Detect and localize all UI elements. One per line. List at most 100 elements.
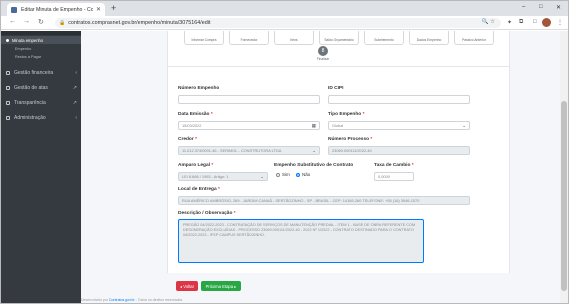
label-text: Local de Entrega <box>178 187 217 192</box>
amparo-legal-label: Amparo Legal * <box>178 163 213 168</box>
step-itens[interactable]: Itens <box>274 31 314 45</box>
step-label: Fornecedor <box>240 38 258 42</box>
radio-sim[interactable]: Sim <box>276 172 290 177</box>
eye-icon <box>6 100 10 105</box>
tab-close-icon[interactable]: ✕ <box>96 6 101 13</box>
sidebar-item-label: Transparência <box>14 99 46 106</box>
puzzle-icon[interactable]: ⧉ <box>519 19 523 26</box>
step-passivo-anterior[interactable]: Passivo Anterior <box>454 31 494 45</box>
menu-icon[interactable]: ⋮ <box>557 19 563 26</box>
tab-strip: Editar Minuta de Empenho - Co ✕ + – □ ✕ <box>1 1 568 16</box>
back-icon[interactable]: ← <box>9 18 16 25</box>
empenho-substitutivo-label: Empenho Substitutivo de Contrato <box>274 163 354 168</box>
id-cipi-input[interactable] <box>328 95 470 104</box>
browser-tab[interactable]: Editar Minuta de Empenho - Co ✕ <box>7 3 105 16</box>
label-text: Descrição / Observação <box>178 211 233 216</box>
label-text: Credor <box>178 137 194 142</box>
reading-list-icon[interactable]: □ <box>533 19 537 25</box>
label-text: Amparo Legal <box>178 163 210 168</box>
chevron-down-icon: ⌄ <box>260 173 264 179</box>
step-saldo-orcamentario[interactable]: Saldo Orçamentário <box>319 31 359 45</box>
numero-processo-input[interactable]: 23069.000111/2022-40 <box>328 146 470 155</box>
credor-select[interactable]: 11.012.374/0001-46 - SERIMOL - CONSTRUTO… <box>178 146 320 155</box>
voltar-button[interactable]: ◂ Voltar <box>176 281 198 291</box>
required-mark: * <box>411 163 414 168</box>
page-scrollbar[interactable] <box>560 31 568 303</box>
amparo-legal-select[interactable]: LEI 8.666 / 1993 - Artigo: 1 ⌄ <box>178 172 268 181</box>
field-value: 11.012.374/0001-46 - SERIMOL - CONSTRUTO… <box>182 148 282 153</box>
label-text: Tipo Empenho <box>328 112 362 117</box>
numero-empenho-input[interactable] <box>178 95 320 104</box>
credor-label: Credor * <box>178 137 197 142</box>
address-bar[interactable]: 🔒 contratos.comprasnet.gov.br/empenho/mi… <box>55 18 501 28</box>
label-text: Taxa de Cambio <box>374 163 411 168</box>
sidebar-subitem-restos-a-pagar[interactable]: Restos a Pagar <box>15 55 41 59</box>
sidebar-item-transparencia[interactable]: Transparência ↗ <box>1 97 81 108</box>
sidebar-subitem-empenho[interactable]: Empenho <box>15 47 31 51</box>
profile-avatar[interactable] <box>542 18 551 27</box>
sidebar-item-label: Minuta empenho <box>12 37 44 43</box>
required-mark: * <box>195 137 197 142</box>
taxa-cambio-input[interactable]: 0,0000 <box>374 172 414 181</box>
minimize-button[interactable]: – <box>522 4 525 10</box>
gear-icon <box>6 115 10 120</box>
step-fornecedor[interactable]: Fornecedor <box>229 31 269 45</box>
radio-nao[interactable]: Não <box>296 172 310 177</box>
chevron-left-icon: ‹ <box>75 69 77 76</box>
new-tab-button[interactable]: + <box>111 3 116 14</box>
id-cipi-label: ID CIPI <box>328 86 344 91</box>
external-link-icon: ↗ <box>72 99 77 106</box>
tipo-empenho-select[interactable]: Global ⌄ <box>328 121 470 130</box>
extension-icon[interactable]: ✦ <box>507 19 512 26</box>
step-informar-compra[interactable]: Informar Compra <box>184 31 224 45</box>
required-mark: * <box>233 211 236 216</box>
maximize-button[interactable]: □ <box>539 4 543 10</box>
sidebar-item-gestao-financeira[interactable]: Gestão financeira ‹ <box>1 67 81 78</box>
sidebar-item-administracao[interactable]: Administração ‹ <box>1 112 81 123</box>
local-entrega-input[interactable]: RUA AMÉRICO AMBRÓSIO, 269 - JARDIM CANAÃ… <box>178 196 470 205</box>
step-label: Itens <box>290 38 298 42</box>
field-value: LEI 8.666 / 1993 - Artigo: 1 <box>182 174 229 179</box>
calendar-icon[interactable]: ▦ <box>312 123 316 129</box>
data-emissao-label: Data Emissão * <box>178 112 213 117</box>
descricao-textarea[interactable]: PREGÃO 04/2022-2023 - CONTRATAÇÃO DE SER… <box>178 219 424 263</box>
step-subelemento[interactable]: Subelemento <box>364 31 404 45</box>
footer-rest: - Todos os direitos reservados <box>134 298 183 302</box>
sidebar-item-gestao-de-atas[interactable]: Gestão de atas ↗ <box>1 82 81 93</box>
required-mark: * <box>362 112 365 117</box>
close-window-button[interactable]: ✕ <box>556 4 561 11</box>
scrollbar-thumb[interactable] <box>561 101 567 291</box>
step-dados-empenho[interactable]: Dados Empenho <box>409 31 449 45</box>
required-mark: * <box>218 187 220 192</box>
required-mark: * <box>211 163 214 168</box>
step-label: Saldo Orçamentário <box>324 38 354 42</box>
lock-icon: 🔒 <box>59 20 66 26</box>
stepper: Informar Compra Fornecedor Itens Saldo O… <box>168 31 509 67</box>
step-finalizar[interactable]: 8 Finalizar <box>314 46 332 63</box>
proxima-etapa-button[interactable]: Próxima Etapa ▸ <box>201 281 241 291</box>
tipo-empenho-label: Tipo Empenho * <box>328 112 364 117</box>
footer-link[interactable]: Contratos.gov.br <box>109 298 135 302</box>
numero-processo-label: Número Processo * <box>328 137 372 142</box>
bullet-icon <box>6 38 9 42</box>
footer-text: Desenvolvido por <box>81 298 109 302</box>
page-footer: Desenvolvido por Contratos.gov.br - Todo… <box>81 298 182 302</box>
radio-circle-checked <box>296 172 300 177</box>
main-content: Informar Compra Fornecedor Itens Saldo O… <box>81 31 568 303</box>
sidebar-item-label: Gestão financeira <box>14 69 54 76</box>
label-text: Número Processo <box>328 137 370 142</box>
radio-circle <box>276 172 280 177</box>
forward-icon[interactable]: → <box>23 18 30 25</box>
step-label: Dados Empenho <box>416 38 442 42</box>
sidebar: Minuta empenho Empenho Restos a Pagar Ge… <box>1 31 81 303</box>
sidebar-item-minuta-empenho[interactable]: Minuta empenho <box>1 36 81 44</box>
reload-icon[interactable]: ↻ <box>38 18 44 26</box>
data-emissao-input[interactable]: 15/03/2022 ▦ <box>178 121 320 130</box>
dollar-icon <box>6 70 10 75</box>
local-entrega-label: Local de Entrega * <box>178 187 220 192</box>
radio-label: Sim <box>282 172 290 177</box>
field-value: Global <box>332 123 344 128</box>
bookmark-star-icon[interactable]: 🔍 ☆ <box>482 19 495 25</box>
sidebar-item-label: Gestão de atas <box>14 84 48 91</box>
required-mark: * <box>210 112 213 117</box>
